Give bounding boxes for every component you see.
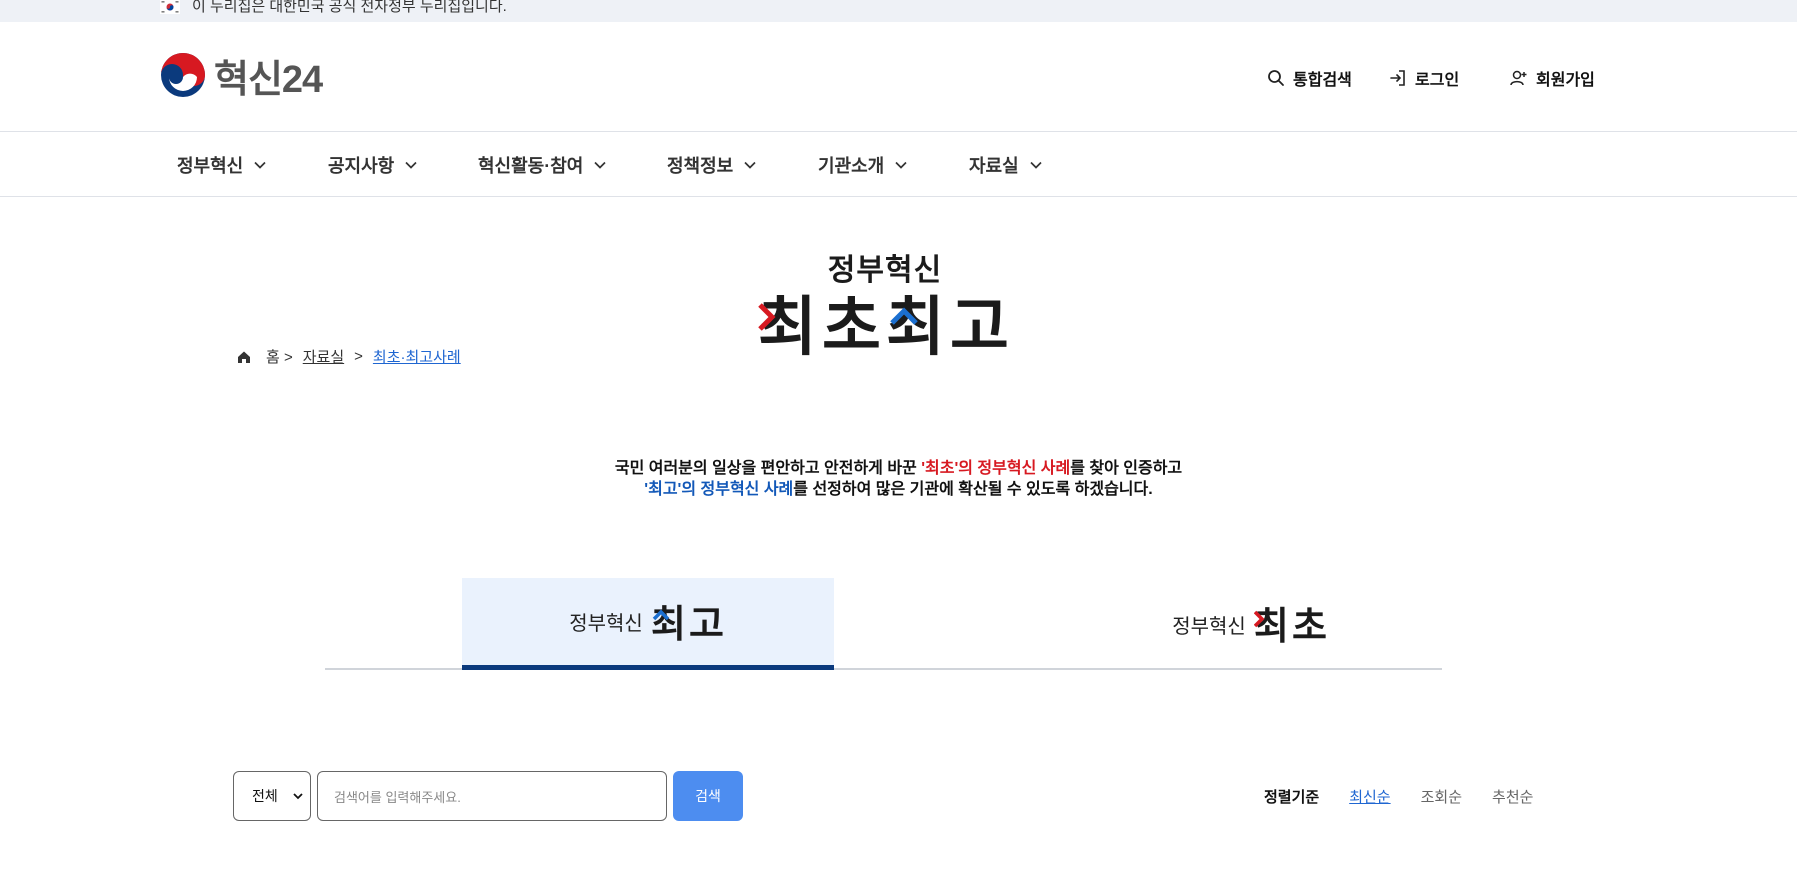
intro-line-2: '최고'의 정부혁신 사례를 선정하여 많은 기관에 확산될 수 있도록 하겠습… — [400, 479, 1397, 500]
best-logo: 최 고 — [651, 602, 724, 642]
tab-best-small-label: 정부혁신 — [569, 613, 643, 635]
tab-best-char-2: 고 — [689, 602, 724, 642]
tab-first[interactable]: 정부혁신 최 초 — [1065, 578, 1437, 670]
sort-option-views[interactable]: 조회순 — [1421, 786, 1462, 807]
signup-button[interactable]: 회원가입 — [1510, 66, 1595, 90]
nav-item-gov-innovation[interactable]: 정부혁신 — [177, 133, 267, 197]
site-header: 혁신24 통합검색 로그인 회원가입 — [0, 22, 1797, 132]
korean-flag-icon — [160, 0, 180, 14]
home-icon[interactable] — [236, 349, 252, 365]
login-label: 로그인 — [1415, 72, 1460, 89]
breadcrumb: 홈 > 자료실 > 최초·최고사례 — [236, 346, 461, 367]
breadcrumb-home[interactable]: 홈 > — [266, 346, 293, 367]
chevron-down-icon — [1030, 161, 1042, 169]
intro-text-part: 국민 여러분의 일상을 편안하고 안전하게 바꾼 — [614, 460, 922, 477]
chevron-down-icon — [594, 161, 606, 169]
nav-item-policy-info[interactable]: 정책정보 — [667, 133, 757, 197]
sort-option-latest[interactable]: 최신순 — [1349, 786, 1390, 807]
sort-options: 정렬기준 최신순 조회순 추천순 — [1264, 786, 1563, 807]
search-button-label: 검색 — [695, 788, 721, 804]
intro-line-1: 국민 여러분의 일상을 편안하고 안전하게 바꾼 '최초'의 정부혁신 사례를 … — [400, 458, 1397, 479]
nav-item-about[interactable]: 기관소개 — [818, 133, 908, 197]
chevron-down-icon — [744, 161, 756, 169]
search-input[interactable]: 검색어를 입력해주세요. — [317, 771, 667, 821]
search-button[interactable]: 검색 — [673, 771, 743, 821]
nav-label: 자료실 — [969, 156, 1019, 176]
logo-char-4: 고 — [950, 291, 1009, 357]
sort-label: 정렬기준 — [1264, 789, 1320, 806]
search-icon — [1268, 70, 1284, 86]
case-tabs: 정부혁신 최 고 정부혁신 최 초 — [325, 578, 1442, 670]
intro-text: 국민 여러분의 일상을 편안하고 안전하게 바꾼 '최초'의 정부혁신 사례를 … — [400, 458, 1397, 500]
nav-label: 기관소개 — [818, 156, 885, 176]
nav-item-notices[interactable]: 공지사항 — [328, 133, 418, 197]
intro-text-part: 를 선정하여 많은 기관에 확산될 수 있도록 하겠습니다. — [793, 481, 1153, 498]
tab-best-char-1: 최 — [651, 602, 686, 642]
intro-highlight-first: '최초'의 정부혁신 사례 — [921, 460, 1071, 477]
breadcrumb-current[interactable]: 최초·최고사례 — [373, 346, 461, 367]
tab-first-char-2: 초 — [1292, 604, 1327, 644]
tab-first-small-label: 정부혁신 — [1172, 615, 1246, 638]
signup-label: 회원가입 — [1536, 72, 1595, 89]
search-input-placeholder: 검색어를 입력해주세요. — [334, 789, 461, 805]
intro-text-part: 를 찾아 인증하고 — [1070, 460, 1183, 477]
intro-highlight-best: '최고'의 정부혁신 사례 — [644, 481, 794, 498]
first-logo: 최 초 — [1253, 604, 1327, 644]
gov-banner-text: 이 누리집은 대한민국 공식 전자정부 누리집입니다. — [192, 0, 507, 15]
gov-banner: 이 누리집은 대한민국 공식 전자정부 누리집입니다. — [0, 0, 1797, 22]
chevron-down-icon — [293, 793, 303, 800]
nav-item-activities[interactable]: 혁신활동·참여 — [478, 133, 607, 197]
user-plus-icon — [1510, 70, 1527, 86]
nav-label: 정책정보 — [667, 156, 734, 176]
integrated-search-label: 통합검색 — [1293, 72, 1352, 89]
logo-char-2: 초 — [822, 291, 881, 357]
breadcrumb-archive[interactable]: 자료실 — [303, 346, 344, 367]
category-select[interactable]: 전체 — [233, 771, 311, 821]
tab-best[interactable]: 정부혁신 최 고 — [462, 578, 834, 670]
page-title: 정부혁신 최 초 최 고 — [755, 245, 1015, 365]
nav-label: 정부혁신 — [177, 156, 244, 176]
breadcrumb-separator: > — [354, 348, 363, 365]
nav-label: 공지사항 — [328, 156, 395, 176]
integrated-search-button[interactable]: 통합검색 — [1267, 66, 1352, 90]
chevron-down-icon — [254, 161, 266, 169]
government-emblem-icon — [161, 53, 205, 97]
sort-option-recommended[interactable]: 추천순 — [1492, 786, 1533, 807]
first-best-logo: 최 초 최 고 — [758, 291, 1009, 365]
chevron-down-icon — [895, 161, 907, 169]
main-navigation: 정부혁신 공지사항 혁신활동·참여 정책정보 기관소개 자료실 — [0, 133, 1797, 197]
site-logo[interactable]: 혁신24 — [160, 50, 323, 101]
category-select-value: 전체 — [252, 788, 278, 804]
search-bar: 전체 검색어를 입력해주세요. 검색 — [233, 771, 743, 821]
login-icon — [1390, 70, 1405, 86]
nav-item-archive[interactable]: 자료실 — [969, 133, 1043, 197]
logo-char-3: 최 — [886, 291, 945, 357]
nav-label: 혁신활동·참여 — [478, 156, 584, 176]
login-button[interactable]: 로그인 — [1389, 66, 1459, 90]
page-title-small: 정부혁신 — [827, 254, 943, 287]
chevron-down-icon — [405, 161, 417, 169]
logo-text: 혁신24 — [214, 58, 323, 101]
